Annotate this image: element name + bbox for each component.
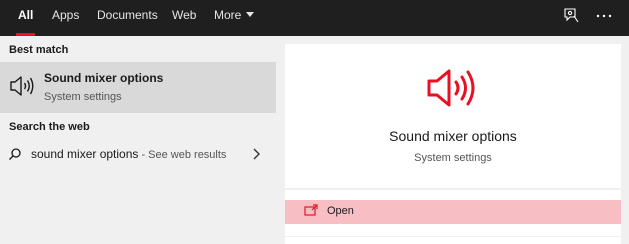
search-web-heading: Search the web	[9, 121, 90, 133]
web-search-query: sound mixer options - See web results	[31, 147, 226, 161]
best-match-subtitle: System settings	[44, 91, 122, 103]
best-match-heading: Best match	[9, 44, 69, 56]
speaker-icon-large	[425, 64, 481, 112]
best-match-title: Sound mixer options	[44, 71, 164, 85]
actions-list: Open	[285, 190, 621, 236]
caret-down-icon	[246, 12, 255, 17]
tab-more-label: More	[214, 8, 242, 22]
speaker-icon	[9, 74, 35, 98]
tab-apps[interactable]: Apps	[52, 0, 79, 36]
open-action[interactable]: Open	[285, 200, 621, 224]
open-action-label: Open	[327, 205, 354, 217]
open-window-icon	[304, 204, 318, 216]
tab-all[interactable]: All	[15, 0, 36, 36]
best-match-result[interactable]: Sound mixer options System settings	[0, 62, 276, 113]
more-options-icon[interactable]	[594, 6, 614, 26]
see-web-results-text: - See web results	[138, 149, 227, 161]
search-header: All Apps Documents Web More	[0, 0, 629, 36]
tab-more[interactable]: More	[214, 0, 255, 36]
preview-panel: Sound mixer options System settings Open	[285, 44, 621, 244]
preview-card: Sound mixer options System settings	[285, 44, 621, 188]
tab-documents[interactable]: Documents	[97, 0, 158, 36]
tab-web[interactable]: Web	[172, 0, 196, 36]
query-text: sound mixer options	[31, 147, 139, 161]
web-search-result[interactable]: sound mixer options - See web results	[0, 140, 276, 168]
search-icon	[8, 147, 22, 161]
preview-subtitle: System settings	[414, 152, 492, 164]
preview-footer-divider	[285, 237, 621, 244]
results-panel: Best match Sound mixer options System se…	[0, 36, 276, 244]
preview-title: Sound mixer options	[389, 128, 517, 144]
chevron-right-icon	[252, 148, 260, 160]
feedback-icon[interactable]	[561, 6, 581, 26]
